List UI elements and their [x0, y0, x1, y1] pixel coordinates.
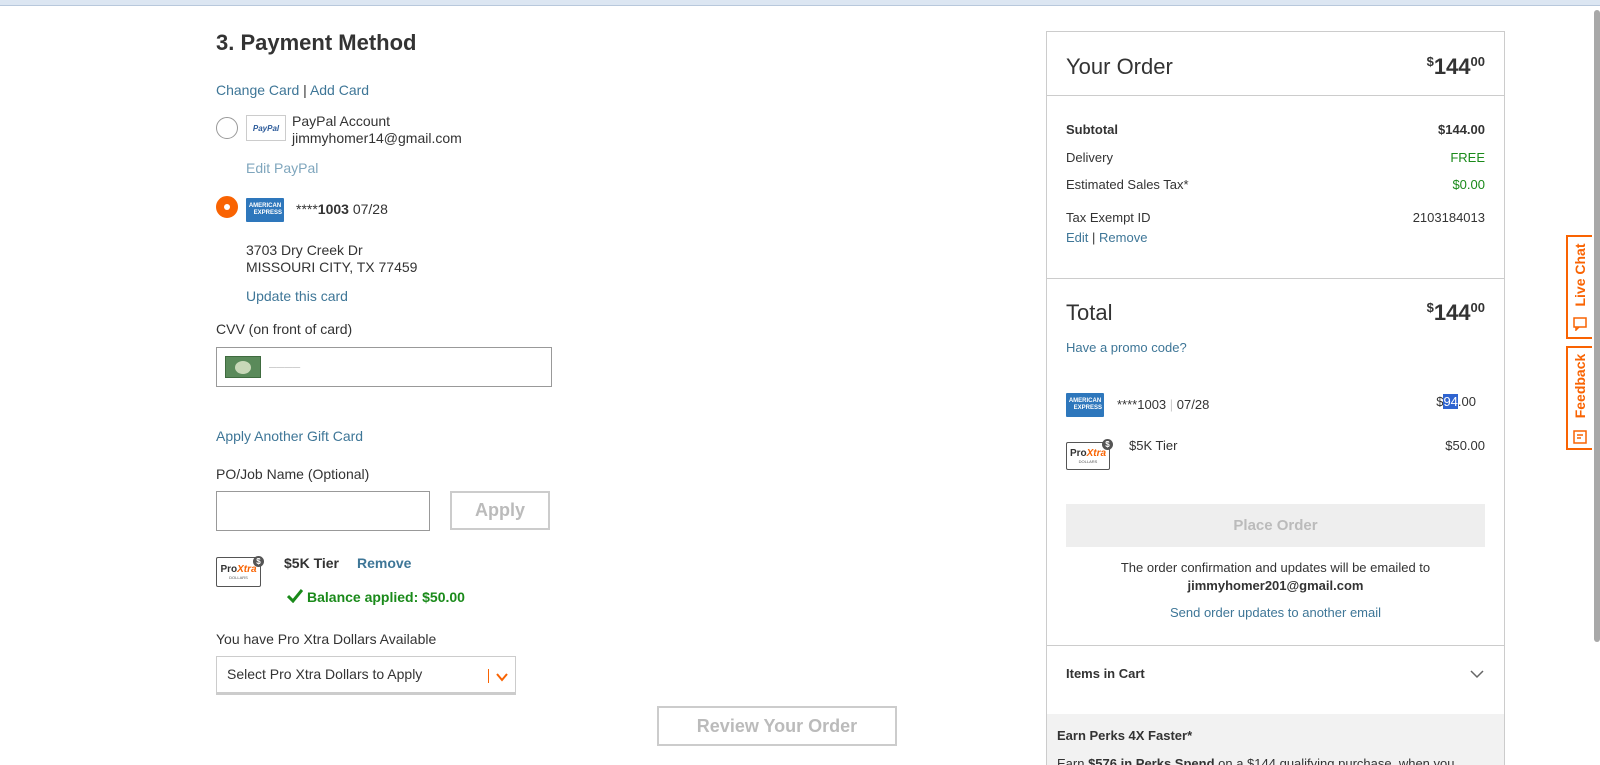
perks-promo-box: Earn Perks 4X Faster* Earn $576 in Perks…: [1047, 714, 1504, 765]
amex-card-icon: AMERICAN EXPRESS: [246, 198, 284, 222]
cvv-label: CVV (on front of card): [216, 321, 353, 337]
payment-card-amount: $94.00: [1436, 394, 1476, 409]
select-divider: [488, 669, 489, 683]
scrollbar-thumb[interactable]: [1594, 10, 1600, 642]
items-in-cart-toggle[interactable]: Items in Cart: [1047, 646, 1504, 703]
divider: [1047, 278, 1504, 279]
sales-tax-label: Estimated Sales Tax*: [1066, 177, 1189, 192]
perks-title: Earn Perks 4X Faster*: [1057, 728, 1193, 743]
tax-exempt-id: 2103184013: [1412, 210, 1485, 225]
delivery-value: FREE: [1450, 150, 1485, 165]
delivery-label: Delivery: [1066, 150, 1113, 165]
promo-code-link[interactable]: Have a promo code?: [1066, 340, 1187, 355]
tax-exempt-label: Tax Exempt ID: [1066, 210, 1151, 225]
chevron-down-icon: [1470, 666, 1484, 682]
your-order-title: Your Order: [1066, 54, 1173, 79]
browser-top-edge: [0, 0, 1600, 6]
chat-bubble-icon: [1573, 317, 1587, 334]
tax-exempt-remove-link[interactable]: Remove: [1099, 230, 1147, 245]
feedback-tab[interactable]: Feedback: [1566, 346, 1592, 450]
card-actions: Change Card | Add Card: [216, 82, 369, 98]
live-chat-label: Live Chat: [1572, 243, 1588, 307]
apply-gift-card-link[interactable]: Apply Another Gift Card: [216, 428, 363, 444]
send-updates-link[interactable]: Send order updates to another email: [1047, 605, 1504, 620]
pro-xtra-available-label: You have Pro Xtra Dollars Available: [216, 631, 437, 647]
total-label: Total: [1066, 300, 1113, 325]
change-card-link[interactable]: Change Card: [216, 82, 299, 98]
review-order-button[interactable]: Review Your Order: [657, 706, 897, 746]
order-total-header: $14400: [1426, 54, 1485, 79]
order-summary-panel: Your Order $14400 Subtotal $144.00 Deliv…: [1046, 31, 1505, 765]
pro-xtra-dollars-select[interactable]: Select Pro Xtra Dollars to Apply: [216, 656, 516, 695]
tax-exempt-actions: Edit | Remove: [1066, 230, 1147, 245]
live-chat-tab[interactable]: Live Chat: [1566, 235, 1592, 339]
card-address-line-1: 3703 Dry Creek Dr: [246, 242, 363, 258]
perks-description: Earn $576 in Perks Spend on a $144 quali…: [1057, 756, 1455, 765]
feedback-form-icon: [1573, 430, 1587, 447]
po-job-label: PO/Job Name (Optional): [216, 466, 370, 482]
pro-xtra-remove-link[interactable]: Remove: [357, 555, 411, 571]
order-total: $14400: [1426, 300, 1485, 325]
update-card-link[interactable]: Update this card: [246, 288, 348, 304]
payment-tier-label: $5K Tier: [1129, 438, 1178, 453]
card-address-line-2: MISSOURI CITY, TX 77459: [246, 259, 418, 275]
subtotal-value: $144.00: [1438, 122, 1485, 137]
payment-tier-amount: $50.00: [1445, 438, 1485, 453]
items-in-cart-label: Items in Cart: [1066, 666, 1145, 681]
amex-card-icon: AMERICAN EXPRESS: [1066, 393, 1104, 417]
subtotal-label: Subtotal: [1066, 122, 1118, 137]
paypal-account-label: PayPal Account: [292, 113, 391, 129]
tax-exempt-edit-link[interactable]: Edit: [1066, 230, 1088, 245]
pro-xtra-tier-name: $5K Tier: [284, 555, 339, 571]
paypal-email: jimmyhomer14@gmail.com: [292, 130, 462, 146]
card-portrait-shape: [235, 361, 251, 374]
balance-applied-text: Balance applied: $50.00: [307, 589, 465, 605]
place-order-button[interactable]: Place Order: [1066, 504, 1485, 547]
sales-tax-value: $0.00: [1452, 177, 1485, 192]
card-radio-selected[interactable]: [216, 196, 238, 218]
cvv-field[interactable]: ––––: [216, 347, 552, 387]
tax-exempt-separator: |: [1092, 230, 1096, 245]
confirmation-note: The order confirmation and updates will …: [1120, 560, 1431, 575]
card-front-icon: [225, 356, 261, 378]
payment-method-title: 3. Payment Method: [216, 30, 417, 55]
feedback-label: Feedback: [1572, 353, 1588, 419]
po-job-input[interactable]: [216, 491, 430, 531]
paypal-radio[interactable]: [216, 117, 238, 139]
payment-card-number: ****1003 | 07/28: [1117, 397, 1210, 412]
checkmark-icon: [286, 589, 304, 606]
edit-paypal-link[interactable]: Edit PayPal: [246, 160, 318, 176]
divider: [1047, 95, 1504, 96]
dollar-coin-icon: $: [253, 556, 264, 567]
add-card-link[interactable]: Add Card: [310, 82, 369, 98]
pro-xtra-select-value: Select Pro Xtra Dollars to Apply: [227, 666, 423, 682]
chevron-down-icon: [496, 669, 508, 685]
dollar-coin-icon: $: [1102, 439, 1113, 450]
po-apply-button[interactable]: Apply: [450, 491, 550, 530]
cvv-placeholder: ––––: [269, 358, 301, 374]
card-actions-separator: |: [303, 82, 307, 98]
paypal-logo: PayPal: [246, 115, 286, 141]
card-number: ****1003 07/28: [296, 201, 388, 217]
confirmation-email: jimmyhomer201@gmail.com: [1187, 578, 1364, 593]
